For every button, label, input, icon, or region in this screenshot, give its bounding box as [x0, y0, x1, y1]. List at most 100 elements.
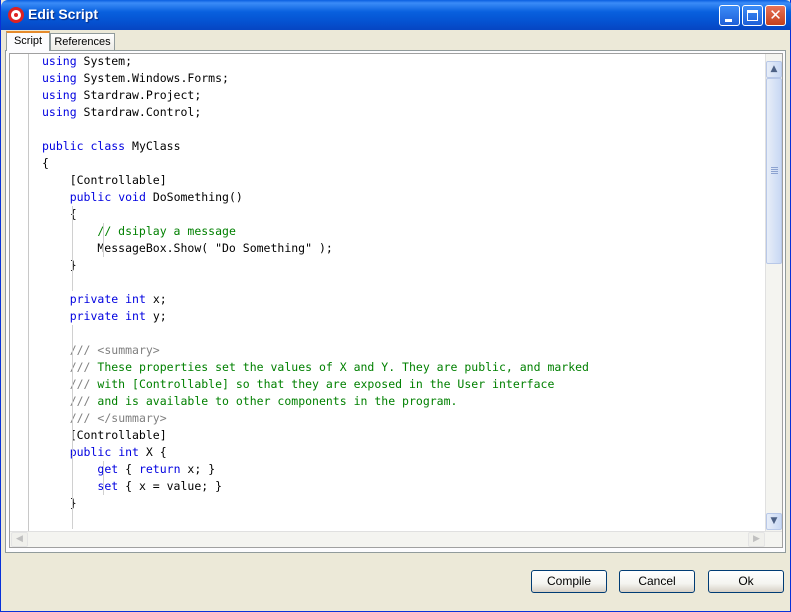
indent-guide	[72, 444, 73, 461]
code-token: System;	[76, 54, 133, 68]
tab-script[interactable]: Script	[6, 31, 50, 51]
code-token: int	[125, 292, 146, 306]
indent-guide	[72, 223, 73, 240]
code-line: public class MyClass	[42, 138, 762, 155]
code-token: using	[42, 88, 77, 102]
indent-guide	[72, 393, 73, 410]
code-token: x;	[145, 292, 167, 306]
maximize-icon	[747, 10, 758, 21]
close-button[interactable]: ✕	[765, 5, 786, 26]
code-line: set { x = value; }	[42, 478, 762, 495]
chevron-right-icon: ▶	[753, 534, 760, 544]
code-token: int	[118, 445, 139, 459]
indent-guide	[72, 257, 73, 274]
code-line: }	[42, 495, 762, 512]
code-line: /// with [Controllable] so that they are…	[42, 376, 762, 393]
code-line: private int y;	[42, 308, 762, 325]
code-line: [Controllable]	[42, 172, 762, 189]
code-line: {	[42, 206, 762, 223]
code-line: /// </summary>	[42, 410, 762, 427]
minimize-icon	[725, 19, 732, 22]
code-token: MessageBox.Show( "Do Something" );	[42, 241, 333, 255]
code-token: with [Controllable] so that they are exp…	[90, 377, 555, 391]
scroll-left-button[interactable]: ◀	[11, 532, 28, 547]
code-editor[interactable]: using System; using System.Windows.Forms;…	[9, 53, 783, 548]
indent-guide	[72, 359, 73, 376]
code-token: return	[138, 462, 181, 476]
code-token: X {	[138, 445, 167, 459]
chevron-left-icon: ◀	[16, 534, 23, 544]
code-line: public void DoSomething()	[42, 189, 762, 206]
maximize-button[interactable]	[742, 5, 763, 26]
scroll-up-button[interactable]: ▲	[766, 61, 782, 78]
compile-button[interactable]: Compile	[531, 570, 607, 593]
code-token: private	[69, 309, 119, 323]
code-token: x; }	[180, 462, 216, 476]
code-token: void	[118, 190, 146, 204]
code-line: get { return x; }	[42, 461, 762, 478]
code-area[interactable]: using System; using System.Windows.Forms;…	[42, 54, 762, 531]
scroll-down-button[interactable]: ▼	[766, 513, 782, 530]
code-line: // dsiplay a message	[42, 223, 762, 240]
code-token: [Controllable]	[42, 173, 167, 187]
code-line: }	[42, 257, 762, 274]
code-line: /// and is available to other components…	[42, 393, 762, 410]
code-token: public	[42, 139, 84, 153]
chevron-down-icon: ▼	[770, 516, 778, 526]
horizontal-scrollbar[interactable]: ◀ ▶	[10, 531, 782, 547]
title-bar[interactable]: Edit Script ✕	[1, 0, 791, 30]
code-token: using	[42, 105, 77, 119]
code-token: [Controllable]	[42, 428, 167, 442]
code-token: private	[69, 292, 119, 306]
indent-guide	[72, 342, 73, 359]
indent-guide	[103, 478, 104, 495]
vertical-scrollbar[interactable]: ▲ ▼	[765, 54, 782, 532]
indent-guide	[72, 376, 73, 393]
scroll-thumb[interactable]	[766, 78, 782, 264]
minimize-button[interactable]	[719, 5, 740, 26]
code-line: using Stardraw.Control;	[42, 104, 762, 121]
code-token: </summary>	[97, 411, 167, 425]
scroll-right-button[interactable]: ▶	[748, 532, 765, 547]
code-token: // dsiplay a message	[97, 224, 236, 238]
code-token: public	[69, 190, 112, 204]
tab-references[interactable]: References	[50, 33, 115, 50]
grip-icon	[771, 167, 778, 175]
code-token: get	[97, 462, 119, 476]
code-token: using	[42, 71, 77, 85]
indent-guide	[103, 461, 104, 478]
code-line	[42, 512, 762, 529]
indent-guide	[72, 461, 73, 478]
code-line: /// These properties set the values of X…	[42, 359, 762, 376]
code-token: MyClass	[125, 139, 181, 153]
code-line: using System;	[42, 54, 762, 70]
code-token: public	[69, 445, 112, 459]
code-token: System.Windows.Forms;	[76, 71, 229, 85]
code-token: These properties set the values of X and…	[90, 360, 589, 374]
indent-guide	[72, 274, 73, 291]
code-line	[42, 325, 762, 342]
code-line: /// <summary>	[42, 342, 762, 359]
code-token: and is available to other components in …	[90, 394, 458, 408]
indent-guide	[72, 206, 73, 223]
code-token: {	[118, 462, 139, 476]
indent-guide	[103, 240, 104, 257]
ok-button[interactable]: Ok	[708, 570, 784, 593]
edit-script-window: Edit Script ✕ Script References using Sy…	[0, 0, 791, 612]
code-line: using System.Windows.Forms;	[42, 70, 762, 87]
indent-guide	[72, 325, 73, 342]
code-token: Stardraw.Control;	[76, 105, 202, 119]
indent-guide	[72, 478, 73, 495]
code-token: {	[42, 156, 49, 170]
code-token: class	[90, 139, 126, 153]
cancel-button[interactable]: Cancel	[619, 570, 695, 593]
code-line: {	[42, 155, 762, 172]
code-token: DoSomething()	[145, 190, 243, 204]
